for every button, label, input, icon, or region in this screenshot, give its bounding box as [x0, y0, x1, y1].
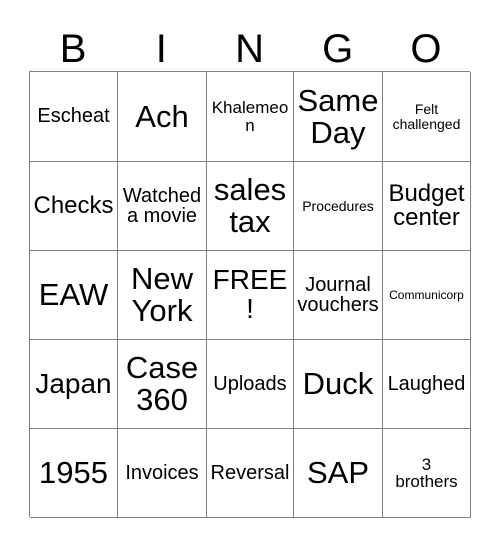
- bingo-cell-b2[interactable]: Checks: [30, 162, 118, 251]
- bingo-cell-o1[interactable]: Felt challenged: [383, 72, 471, 162]
- bingo-cell-i5[interactable]: Invoices: [118, 429, 207, 518]
- bingo-cell-label: Budget center: [388, 179, 465, 231]
- bingo-cell-label: Invoices: [125, 461, 199, 484]
- header-letter-b: B: [59, 27, 87, 71]
- bingo-cell-g1[interactable]: Same Day: [294, 72, 383, 162]
- bingo-cell-i2[interactable]: Watched a movie: [118, 162, 207, 251]
- bingo-cell-label: Procedures: [302, 197, 374, 214]
- bingo-cell-o3[interactable]: Communicorp: [383, 251, 471, 340]
- header-letter-i: I: [155, 27, 167, 71]
- bingo-cell-n2[interactable]: sales tax: [207, 162, 294, 251]
- bingo-cell-o4[interactable]: Laughed: [383, 340, 471, 429]
- bingo-cell-label: Reversal: [210, 461, 290, 484]
- bingo-cell-label: Ach: [135, 98, 189, 134]
- bingo-cell-label: 1955: [39, 455, 108, 491]
- bingo-cell-label: Japan: [35, 367, 112, 399]
- bingo-cell-label: Watched a movie: [122, 184, 202, 227]
- bingo-cell-b1[interactable]: Escheat: [30, 72, 118, 162]
- bingo-cell-g5[interactable]: SAP: [294, 429, 383, 518]
- bingo-cell-label: Same Day: [297, 82, 379, 150]
- bingo-cell-g3[interactable]: Journal vouchers: [294, 251, 383, 340]
- bingo-header-row: B I N G O: [29, 20, 470, 70]
- bingo-cell-i4[interactable]: Case 360: [118, 340, 207, 429]
- bingo-cell-o5[interactable]: 3 brothers: [383, 429, 471, 518]
- bingo-cell-i3[interactable]: New York: [118, 251, 207, 340]
- bingo-cell-label: Case 360: [125, 350, 199, 417]
- bingo-cell-n1[interactable]: Khalemeon: [207, 72, 294, 162]
- bingo-cell-label: Laughed: [387, 372, 466, 395]
- bingo-cell-b3[interactable]: EAW: [30, 251, 118, 340]
- bingo-cell-n5[interactable]: Reversal: [207, 429, 294, 518]
- bingo-cell-n4[interactable]: Uploads: [207, 340, 294, 429]
- bingo-cell-o2[interactable]: Budget center: [383, 162, 471, 251]
- bingo-cell-b4[interactable]: Japan: [30, 340, 118, 429]
- bingo-cell-label: EAW: [38, 277, 109, 313]
- bingo-cell-label: SAP: [306, 455, 370, 491]
- bingo-cell-label: New York: [130, 261, 193, 328]
- header-letter-n: N: [235, 27, 264, 71]
- bingo-cell-label: Escheat: [37, 105, 110, 128]
- bingo-cell-g2[interactable]: Procedures: [294, 162, 383, 251]
- bingo-cell-label: Journal vouchers: [297, 273, 379, 316]
- bingo-cell-label: Duck: [302, 366, 374, 402]
- bingo-cell-label: 3 brothers: [395, 454, 458, 491]
- bingo-cell-label: sales tax: [213, 172, 287, 239]
- bingo-cell-i1[interactable]: Ach: [118, 72, 207, 162]
- bingo-cell-label: Checks: [33, 191, 114, 219]
- free-space-label: FREE!: [212, 264, 288, 324]
- bingo-cell-b5[interactable]: 1955: [30, 429, 118, 518]
- bingo-card: B I N G O Escheat Ach Khalemeon Same Day…: [0, 0, 500, 544]
- bingo-grid: Escheat Ach Khalemeon Same Day Felt chal…: [29, 71, 471, 518]
- bingo-cell-label: Khalemeon: [211, 98, 289, 135]
- bingo-cell-label: Communicorp: [389, 287, 464, 302]
- bingo-cell-label: Felt challenged: [392, 101, 461, 132]
- bingo-cell-free-space[interactable]: FREE!: [207, 251, 294, 340]
- bingo-cell-label: Uploads: [213, 372, 287, 395]
- header-letter-g: G: [322, 27, 354, 71]
- header-letter-o: O: [410, 27, 442, 71]
- bingo-cell-g4[interactable]: Duck: [294, 340, 383, 429]
